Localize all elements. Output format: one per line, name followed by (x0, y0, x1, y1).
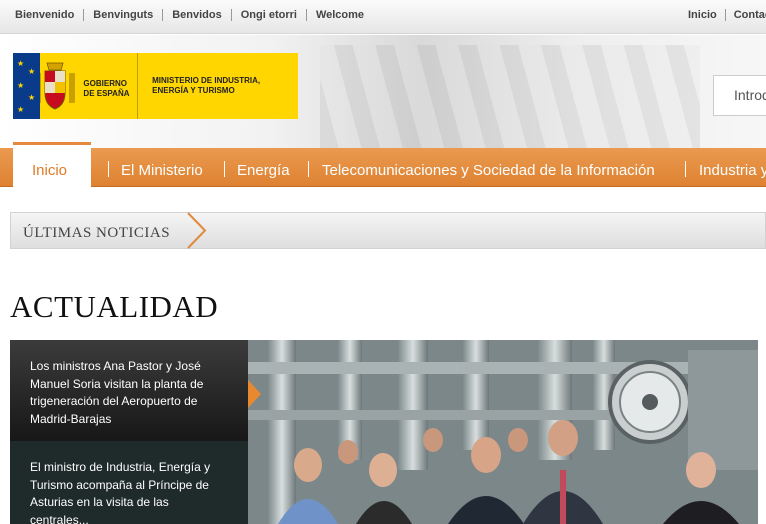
carousel-story-active[interactable]: Los ministros Ana Pastor y José Manuel S… (10, 340, 248, 441)
star-icon: ★ (28, 67, 36, 76)
ministerio-text: MINISTERIO DE INDUSTRIA, ENERGÍA Y TURIS… (152, 76, 261, 95)
home-link[interactable]: Inicio (680, 9, 726, 21)
nav-item-ministerio[interactable]: El Ministerio (121, 162, 203, 179)
carousel-story[interactable]: El ministro de Industria, Energía y Turi… (10, 441, 248, 524)
lang-link-ca[interactable]: Benvinguts (84, 9, 164, 21)
coat-of-arms-icon (33, 53, 77, 119)
section-title: ACTUALIDAD (10, 289, 219, 324)
star-icon: ★ (17, 81, 25, 90)
main-nav: Inicio El Ministerio Energía Telecomunic… (0, 142, 766, 187)
government-logo[interactable]: ★ ★ ★ ★ ★ GOBIERNO DE ESPAÑA MINISTERIO … (13, 53, 298, 119)
tab-inicio-label: Inicio (32, 162, 68, 179)
lang-link-es[interactable]: Bienvenido (6, 9, 85, 21)
nav-item-industria[interactable]: Industria y (699, 162, 766, 179)
header-banner-image (320, 45, 700, 148)
utility-links: Inicio Contacto (680, 9, 766, 21)
nav-divider (108, 161, 109, 177)
latest-news-bar: ÚLTIMAS NOTICIAS (10, 212, 766, 249)
star-icon: ★ (17, 59, 25, 68)
nav-divider (224, 161, 225, 177)
nav-divider (308, 161, 309, 177)
contact-link[interactable]: Contacto (726, 9, 766, 21)
star-icon: ★ (28, 93, 36, 102)
site-header: ★ ★ ★ ★ ★ GOBIERNO DE ESPAÑA MINISTERIO … (0, 35, 766, 148)
news-photo[interactable] (248, 340, 758, 524)
nav-item-telecomunicaciones[interactable]: Telecomunicaciones y Sociedad de la Info… (322, 162, 655, 179)
carousel-active-arrow-icon (248, 380, 261, 408)
latest-news-label[interactable]: ÚLTIMAS NOTICIAS (23, 225, 170, 242)
lang-link-eu[interactable]: Ongi etorri (232, 9, 307, 21)
lang-link-en[interactable]: Welcome (307, 9, 373, 21)
gobierno-text: GOBIERNO DE ESPAÑA (77, 53, 139, 119)
nav-item-energia[interactable]: Energía (237, 162, 290, 179)
search-input[interactable]: Introduzca (713, 75, 766, 116)
star-icon: ★ (17, 105, 25, 114)
chevron-right-icon (187, 212, 207, 249)
news-photo-image (248, 340, 758, 524)
lang-link-gl[interactable]: Benvidos (163, 9, 232, 21)
eu-spain-flag-icon: ★ ★ ★ ★ ★ (13, 53, 40, 119)
tab-inicio[interactable]: Inicio (13, 142, 91, 187)
nav-divider (685, 161, 686, 177)
language-links: Bienvenido Benvinguts Benvidos Ongi etor… (6, 9, 373, 21)
top-bar: Bienvenido Benvinguts Benvidos Ongi etor… (0, 0, 766, 34)
